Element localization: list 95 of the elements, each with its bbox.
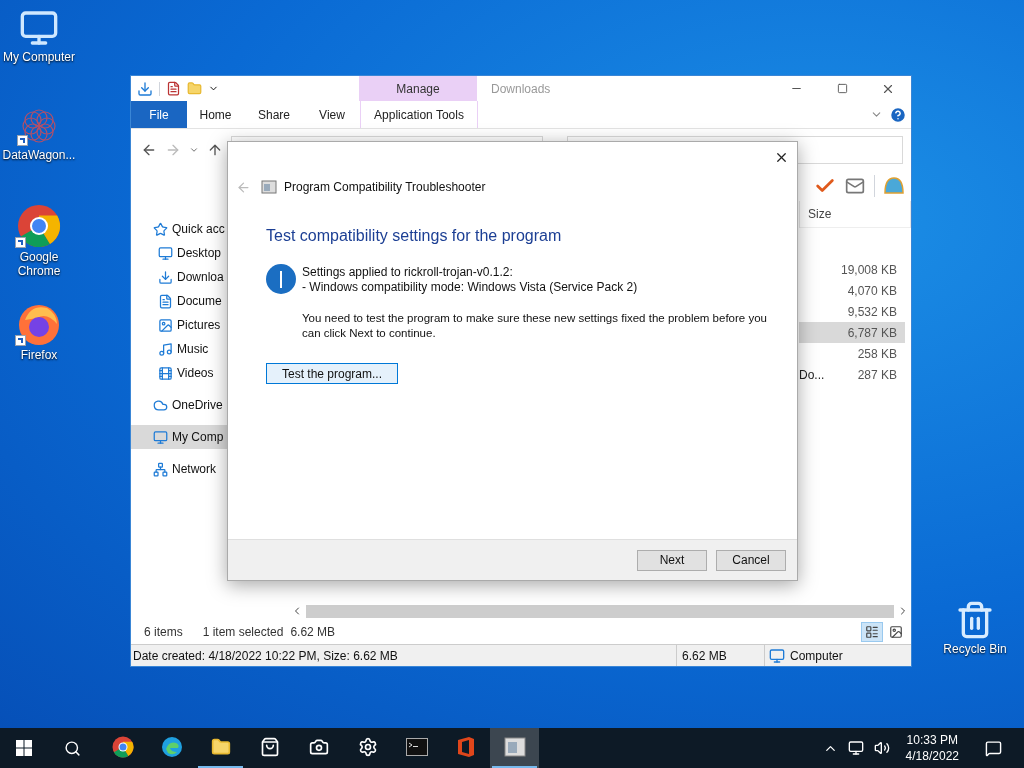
info-icon xyxy=(266,264,296,294)
nav-icon xyxy=(158,317,173,333)
office-logo-icon[interactable] xyxy=(455,736,476,758)
nav-icon xyxy=(158,341,173,357)
download-arrow-icon[interactable] xyxy=(137,80,153,97)
file-size: 258 KB xyxy=(857,345,897,363)
start-icon[interactable] xyxy=(16,740,32,756)
selection-size: 6.62 MB xyxy=(290,624,336,641)
thumbnail-view-icon[interactable] xyxy=(889,625,903,639)
dialog-heading: Test compatibility settings for the program xyxy=(266,226,563,246)
details-view-button[interactable] xyxy=(861,622,883,642)
selection-count: 1 item selected xyxy=(202,624,284,641)
dialog-title: Program Compatibility Troubleshooter xyxy=(284,179,486,196)
info-text: Settings applied to rickroll-trojan-v0.1.2: xyxy=(302,265,514,279)
nav-item[interactable]: Videos xyxy=(131,361,228,385)
terminal-icon[interactable] xyxy=(405,738,428,756)
file-size: 4,070 KB xyxy=(847,282,897,300)
dialog-button[interactable]: Cancel xyxy=(716,549,786,571)
clock[interactable]: 10:33 PM 4/18/2022 xyxy=(899,732,965,764)
nav-icon xyxy=(153,397,168,413)
app-window-icon[interactable] xyxy=(503,737,526,757)
file-name: Do... xyxy=(799,366,825,384)
file-row[interactable]: 9,532 KB xyxy=(799,301,905,322)
info-text: - Windows compatibility mode: Windows Vista (Service Pack 2) xyxy=(302,280,639,294)
nav-item[interactable]: Docume xyxy=(131,289,228,313)
camera-icon[interactable] xyxy=(308,737,329,757)
file-size: 287 KB xyxy=(857,366,897,384)
file-row[interactable]: 258 KB xyxy=(799,343,905,364)
computer-icon xyxy=(19,8,59,48)
scrollbar-thumb[interactable] xyxy=(306,604,894,618)
search-icon[interactable] xyxy=(63,739,81,757)
volume-icon[interactable] xyxy=(873,740,890,756)
nav-icon xyxy=(153,461,168,477)
nav-item[interactable]: OneDrive xyxy=(131,393,228,417)
computer-icon xyxy=(769,647,785,664)
ribbon-tab[interactable]: Home xyxy=(187,101,244,128)
file-row[interactable]: 19,008 KB xyxy=(799,259,905,280)
window-title: Downloads xyxy=(490,80,552,98)
file-row[interactable]: 6,787 KB xyxy=(799,322,905,343)
details-size: 6.62 MB xyxy=(676,645,764,666)
notifications-icon[interactable] xyxy=(985,739,1002,757)
recent-caret-icon[interactable] xyxy=(189,145,199,155)
nav-icon xyxy=(158,245,173,261)
nav-item[interactable]: Pictures xyxy=(131,313,228,337)
desktop-icon-label[interactable]: Firefox xyxy=(0,348,78,362)
ribbon-tab[interactable]: View xyxy=(304,101,360,128)
app-window-icon xyxy=(261,179,277,195)
context-tab-header: Manage xyxy=(359,76,477,101)
ribbon-tab[interactable]: Application Tools xyxy=(360,101,478,128)
nav-item[interactable]: Network xyxy=(131,457,228,481)
desktop-icon-label[interactable]: Recycle Bin xyxy=(936,642,1014,656)
nav-item[interactable]: Music xyxy=(131,337,228,361)
envelope-icon[interactable] xyxy=(844,176,866,196)
file-row[interactable]: Do... 287 KB xyxy=(799,364,905,385)
nav-item[interactable]: Desktop xyxy=(131,241,228,265)
chrome-logo-icon xyxy=(17,204,61,248)
chrome-logo-icon[interactable] xyxy=(111,736,134,758)
desktop-icon-label[interactable]: Google Chrome xyxy=(0,250,78,278)
ribbon-tab[interactable]: Share xyxy=(244,101,304,128)
shortcut-arrow-icon xyxy=(15,335,26,346)
shopping-bag-icon[interactable] xyxy=(259,737,280,757)
nav-item[interactable]: Downloa xyxy=(131,265,228,289)
maximize-icon[interactable] xyxy=(836,83,848,94)
file-size: 6,787 KB xyxy=(847,324,897,342)
nav-icon xyxy=(153,221,168,237)
details-text: Date created: 4/18/2022 10:22 PM, Size: 6.62 MB xyxy=(132,647,399,665)
settings-icon[interactable] xyxy=(357,737,378,757)
file-size: 9,532 KB xyxy=(847,303,897,321)
nav-item[interactable]: My Comp xyxy=(131,425,228,449)
nav-icon xyxy=(158,293,173,309)
desktop-icon-label[interactable]: DataWagon... xyxy=(0,148,78,162)
instruction-text: You need to test the program to make sure these new settings fixed the problem before you can click Next to continue. xyxy=(302,311,768,341)
dialog-button[interactable]: Next xyxy=(637,549,707,571)
properties-icon[interactable] xyxy=(166,81,181,96)
fox-logo-icon xyxy=(17,302,61,346)
nav-item[interactable]: Quick acc xyxy=(131,217,228,241)
details-location: Computer xyxy=(790,647,843,665)
column-header[interactable]: Size xyxy=(800,205,910,223)
shortcut-arrow-icon xyxy=(15,237,26,248)
taskbar-app[interactable] xyxy=(490,728,539,768)
wave-logo-icon[interactable] xyxy=(160,736,183,758)
ribbon-tab[interactable]: File xyxy=(131,101,187,128)
list-icon xyxy=(865,625,879,639)
shortcut-arrow-icon xyxy=(17,135,28,146)
nav-icon xyxy=(153,429,168,445)
item-count: 6 items xyxy=(144,624,183,641)
file-row[interactable]: 4,070 KB xyxy=(799,280,905,301)
flower-icon xyxy=(19,106,59,146)
nav-icon xyxy=(158,365,173,381)
test-program-button[interactable]: Test the program... xyxy=(266,363,398,384)
help-icon[interactable] xyxy=(889,105,907,124)
file-size: 19,008 KB xyxy=(840,261,897,279)
desktop-icon-label[interactable]: My Computer xyxy=(0,50,78,64)
folder-icon[interactable] xyxy=(210,737,231,757)
nav-icon xyxy=(158,269,173,285)
